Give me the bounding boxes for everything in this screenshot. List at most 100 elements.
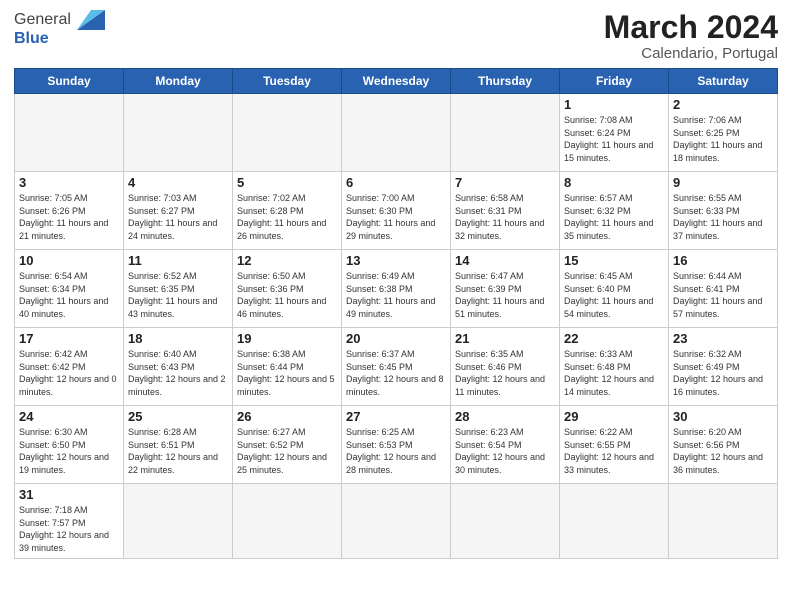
day-info: Sunrise: 6:40 AM Sunset: 6:43 PM Dayligh… [128, 348, 228, 398]
col-sunday: Sunday [15, 69, 124, 94]
table-row [342, 94, 451, 172]
col-wednesday: Wednesday [342, 69, 451, 94]
day-info: Sunrise: 6:25 AM Sunset: 6:53 PM Dayligh… [346, 426, 446, 476]
day-info: Sunrise: 6:20 AM Sunset: 6:56 PM Dayligh… [673, 426, 773, 476]
day-info: Sunrise: 6:42 AM Sunset: 6:42 PM Dayligh… [19, 348, 119, 398]
table-row [124, 484, 233, 558]
table-row [560, 484, 669, 558]
table-row [233, 94, 342, 172]
col-saturday: Saturday [669, 69, 778, 94]
day-info: Sunrise: 7:05 AM Sunset: 6:26 PM Dayligh… [19, 192, 119, 242]
table-row: 9 Sunrise: 6:55 AM Sunset: 6:33 PM Daylig… [669, 172, 778, 250]
table-row [451, 94, 560, 172]
day-info: Sunrise: 7:00 AM Sunset: 6:30 PM Dayligh… [346, 192, 446, 242]
day-number: 11 [128, 253, 228, 268]
day-info: Sunrise: 6:50 AM Sunset: 6:36 PM Dayligh… [237, 270, 337, 320]
day-number: 5 [237, 175, 337, 190]
day-info: Sunrise: 7:06 AM Sunset: 6:25 PM Dayligh… [673, 114, 773, 164]
day-info: Sunrise: 7:08 AM Sunset: 6:24 PM Dayligh… [564, 114, 664, 164]
day-number: 22 [564, 331, 664, 346]
table-row: 31Sunrise: 7:18 AM Sunset: 7:57 PM Dayli… [15, 484, 124, 558]
calendar-week-row: 10Sunrise: 6:54 AM Sunset: 6:34 PM Dayli… [15, 250, 778, 328]
table-row: 20Sunrise: 6:37 AM Sunset: 6:45 PM Dayli… [342, 328, 451, 406]
day-info: Sunrise: 6:35 AM Sunset: 6:46 PM Dayligh… [455, 348, 555, 398]
day-number: 15 [564, 253, 664, 268]
calendar-week-row: 17 Sunrise: 6:42 AM Sunset: 6:42 PM Dayli… [15, 328, 778, 406]
table-row: 13Sunrise: 6:49 AM Sunset: 6:38 PM Dayli… [342, 250, 451, 328]
table-row: 6 Sunrise: 7:00 AM Sunset: 6:30 PM Daylig… [342, 172, 451, 250]
day-number: 2 [673, 97, 773, 112]
page: General Blue March 2024 Calendario, Port… [0, 0, 792, 612]
table-row: 21 Sunrise: 6:35 AM Sunset: 6:46 PM Dayli… [451, 328, 560, 406]
table-row [669, 484, 778, 558]
day-info: Sunrise: 6:22 AM Sunset: 6:55 PM Dayligh… [564, 426, 664, 476]
day-number: 27 [346, 409, 446, 424]
day-info: Sunrise: 6:32 AM Sunset: 6:49 PM Dayligh… [673, 348, 773, 398]
table-row [15, 94, 124, 172]
day-info: Sunrise: 6:57 AM Sunset: 6:32 PM Dayligh… [564, 192, 664, 242]
day-info: Sunrise: 6:28 AM Sunset: 6:51 PM Dayligh… [128, 426, 228, 476]
day-number: 6 [346, 175, 446, 190]
day-number: 18 [128, 331, 228, 346]
title-area: March 2024 Calendario, Portugal [604, 10, 778, 62]
calendar-week-row: 31Sunrise: 7:18 AM Sunset: 7:57 PM Dayli… [15, 484, 778, 558]
table-row: 29 Sunrise: 6:22 AM Sunset: 6:55 PM Dayli… [560, 406, 669, 484]
table-row: 14 Sunrise: 6:47 AM Sunset: 6:39 PM Dayli… [451, 250, 560, 328]
logo-general-text: General [14, 10, 105, 30]
logo-blue-text: Blue [14, 30, 105, 48]
day-number: 14 [455, 253, 555, 268]
subtitle: Calendario, Portugal [604, 45, 778, 62]
header: General Blue March 2024 Calendario, Port… [14, 10, 778, 62]
col-tuesday: Tuesday [233, 69, 342, 94]
table-row: 3Sunrise: 7:05 AM Sunset: 6:26 PM Daylig… [15, 172, 124, 250]
day-info: Sunrise: 7:02 AM Sunset: 6:28 PM Dayligh… [237, 192, 337, 242]
day-number: 9 [673, 175, 773, 190]
day-number: 17 [19, 331, 119, 346]
day-info: Sunrise: 6:33 AM Sunset: 6:48 PM Dayligh… [564, 348, 664, 398]
table-row: 12 Sunrise: 6:50 AM Sunset: 6:36 PM Dayli… [233, 250, 342, 328]
day-info: Sunrise: 6:38 AM Sunset: 6:44 PM Dayligh… [237, 348, 337, 398]
table-row: 10Sunrise: 6:54 AM Sunset: 6:34 PM Dayli… [15, 250, 124, 328]
col-monday: Monday [124, 69, 233, 94]
day-number: 8 [564, 175, 664, 190]
table-row: 18 Sunrise: 6:40 AM Sunset: 6:43 PM Dayli… [124, 328, 233, 406]
logo-triangle [77, 10, 105, 30]
table-row: 25 Sunrise: 6:28 AM Sunset: 6:51 PM Dayli… [124, 406, 233, 484]
day-info: Sunrise: 7:18 AM Sunset: 7:57 PM Dayligh… [19, 504, 119, 554]
day-number: 23 [673, 331, 773, 346]
day-number: 25 [128, 409, 228, 424]
day-info: Sunrise: 6:45 AM Sunset: 6:40 PM Dayligh… [564, 270, 664, 320]
day-info: Sunrise: 6:55 AM Sunset: 6:33 PM Dayligh… [673, 192, 773, 242]
table-row [451, 484, 560, 558]
day-info: Sunrise: 6:52 AM Sunset: 6:35 PM Dayligh… [128, 270, 228, 320]
table-row [124, 94, 233, 172]
day-info: Sunrise: 6:44 AM Sunset: 6:41 PM Dayligh… [673, 270, 773, 320]
day-number: 4 [128, 175, 228, 190]
calendar-header-row: Sunday Monday Tuesday Wednesday Thursday… [15, 69, 778, 94]
logo: General Blue [14, 10, 105, 48]
table-row: 2 Sunrise: 7:06 AM Sunset: 6:25 PM Daylig… [669, 94, 778, 172]
table-row: 4 Sunrise: 7:03 AM Sunset: 6:27 PM Daylig… [124, 172, 233, 250]
table-row: 8 Sunrise: 6:57 AM Sunset: 6:32 PM Daylig… [560, 172, 669, 250]
day-number: 28 [455, 409, 555, 424]
day-info: Sunrise: 7:03 AM Sunset: 6:27 PM Dayligh… [128, 192, 228, 242]
day-number: 12 [237, 253, 337, 268]
table-row: 28Sunrise: 6:23 AM Sunset: 6:54 PM Dayli… [451, 406, 560, 484]
day-number: 16 [673, 253, 773, 268]
table-row: 22 Sunrise: 6:33 AM Sunset: 6:48 PM Dayli… [560, 328, 669, 406]
day-info: Sunrise: 6:30 AM Sunset: 6:50 PM Dayligh… [19, 426, 119, 476]
calendar-week-row: 3Sunrise: 7:05 AM Sunset: 6:26 PM Daylig… [15, 172, 778, 250]
day-info: Sunrise: 6:37 AM Sunset: 6:45 PM Dayligh… [346, 348, 446, 398]
day-number: 21 [455, 331, 555, 346]
table-row: 7Sunrise: 6:58 AM Sunset: 6:31 PM Daylig… [451, 172, 560, 250]
table-row: 15 Sunrise: 6:45 AM Sunset: 6:40 PM Dayli… [560, 250, 669, 328]
table-row: 16 Sunrise: 6:44 AM Sunset: 6:41 PM Dayli… [669, 250, 778, 328]
day-info: Sunrise: 6:49 AM Sunset: 6:38 PM Dayligh… [346, 270, 446, 320]
table-row [233, 484, 342, 558]
day-number: 29 [564, 409, 664, 424]
day-info: Sunrise: 6:54 AM Sunset: 6:34 PM Dayligh… [19, 270, 119, 320]
day-number: 24 [19, 409, 119, 424]
table-row: 23 Sunrise: 6:32 AM Sunset: 6:49 PM Dayli… [669, 328, 778, 406]
day-info: Sunrise: 6:47 AM Sunset: 6:39 PM Dayligh… [455, 270, 555, 320]
col-thursday: Thursday [451, 69, 560, 94]
